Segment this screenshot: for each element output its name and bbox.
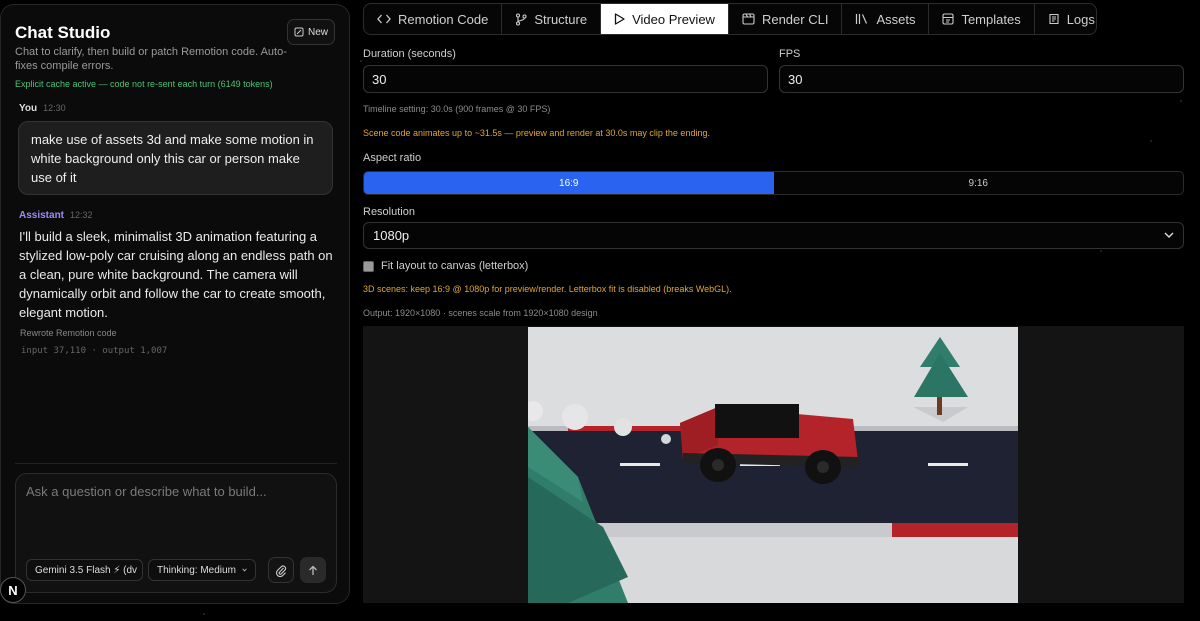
thinking-label: Thinking: Medium (157, 564, 236, 576)
preview-scene (528, 327, 1018, 603)
resolution-value: 1080p (373, 228, 410, 243)
tab-label: Assets (876, 11, 916, 27)
library-icon (856, 14, 868, 24)
code-icon (377, 14, 391, 24)
dust-puff (661, 434, 671, 444)
fit-layout-checkbox[interactable] (363, 260, 374, 272)
video-preview-canvas[interactable] (528, 327, 1018, 603)
film-icon (742, 13, 755, 25)
tab-label: Video Preview (632, 11, 715, 27)
fit-layout-label: Fit layout to canvas (letterbox) (381, 260, 529, 272)
tab-label: Remotion Code (398, 11, 489, 27)
dust-puff (562, 404, 588, 430)
user-message-time: 12:30 (43, 103, 66, 113)
assistant-message-time: 12:32 (70, 210, 93, 220)
duration-label: Duration (seconds) (363, 48, 456, 60)
branch-icon (516, 12, 527, 26)
tab-label: Render CLI (761, 11, 829, 27)
new-chat-icon (294, 27, 304, 37)
token-usage: input 37,110 · output 1,007 (21, 346, 168, 356)
road-bottom-curb-red (892, 523, 1018, 537)
aspect-ratio-toggle: 16:9 9:16 (363, 171, 1184, 195)
tab-assets[interactable]: Assets (842, 4, 930, 34)
model-label: Gemini 3.5 Flash ⚡ (dv (35, 564, 138, 576)
fit-layout-option: Fit layout to canvas (letterbox) (363, 260, 528, 272)
lane-marking (928, 463, 968, 466)
thinking-select[interactable]: Thinking: Medium (148, 559, 256, 581)
assistant-action: Rewrote Remotion code (20, 328, 117, 338)
dust-puff (614, 418, 632, 436)
play-icon (614, 13, 625, 25)
3d-scenes-warning: 3D scenes: keep 16:9 @ 1080p for preview… (363, 284, 732, 294)
tab-label: Structure (534, 11, 588, 27)
send-button[interactable] (300, 557, 326, 583)
tab-templates[interactable]: Templates (929, 4, 1035, 34)
assistant-message-header: Assistant 12:32 (19, 210, 93, 221)
new-chat-button[interactable]: New (287, 19, 335, 45)
user-role: You (19, 103, 38, 114)
aspect-ratio-label: Aspect ratio (363, 152, 422, 164)
aspect-option-16-9[interactable]: 16:9 (364, 172, 774, 194)
aspect-option-9-16[interactable]: 9:16 (774, 172, 1184, 194)
main-tabs: Remotion Code Structure Video Preview Re… (363, 3, 1097, 35)
chat-panel: Chat Studio New Chat to clarify, then bu… (0, 4, 350, 604)
fps-input[interactable] (779, 65, 1184, 93)
resolution-select[interactable]: 1080p (363, 222, 1184, 249)
logs-icon (1049, 13, 1059, 25)
user-message-header: You 12:30 (19, 103, 66, 114)
tab-logs[interactable]: Logs (1035, 4, 1096, 34)
chat-input[interactable] (26, 484, 326, 499)
chat-title: Chat Studio (15, 23, 111, 42)
fps-label: FPS (779, 48, 801, 60)
composer: Gemini 3.5 Flash ⚡ (dv Thinking: Medium (15, 473, 337, 593)
attach-button[interactable] (268, 557, 294, 583)
assistant-message: I'll build a sleek, minimalist 3D animat… (19, 229, 333, 320)
tab-label: Templates (961, 11, 1021, 27)
lane-marking (620, 463, 660, 466)
model-select[interactable]: Gemini 3.5 Flash ⚡ (dv (26, 559, 143, 581)
chevron-down-icon (242, 568, 247, 572)
timeline-note: Timeline setting: 30.0s (900 frames @ 30… (363, 104, 551, 114)
composer-divider (15, 463, 337, 464)
duration-input[interactable] (363, 65, 768, 93)
arrow-up-icon (309, 565, 317, 575)
tab-video-preview[interactable]: Video Preview (601, 4, 729, 34)
tab-label: Logs (1066, 11, 1095, 27)
assistant-role: Assistant (19, 210, 65, 221)
template-icon (942, 13, 955, 25)
scene-duration-warning: Scene code animates up to ~31.5s — previ… (363, 128, 710, 138)
cache-status: Explicit cache active — code not re-sent… (15, 79, 273, 89)
paperclip-icon (276, 564, 287, 577)
resolution-label: Resolution (363, 206, 415, 218)
new-chat-label: New (307, 26, 328, 38)
tab-remotion-code[interactable]: Remotion Code (364, 4, 503, 34)
output-note: Output: 1920×1080 · scenes scale from 19… (363, 308, 598, 318)
chevron-down-icon (1164, 232, 1174, 238)
tab-render-cli[interactable]: Render CLI (729, 4, 843, 34)
user-message: make use of assets 3d and make some moti… (18, 121, 333, 195)
chat-subtitle: Chat to clarify, then build or patch Rem… (15, 46, 287, 72)
tab-structure[interactable]: Structure (502, 4, 602, 34)
app-badge[interactable]: N (0, 577, 26, 603)
